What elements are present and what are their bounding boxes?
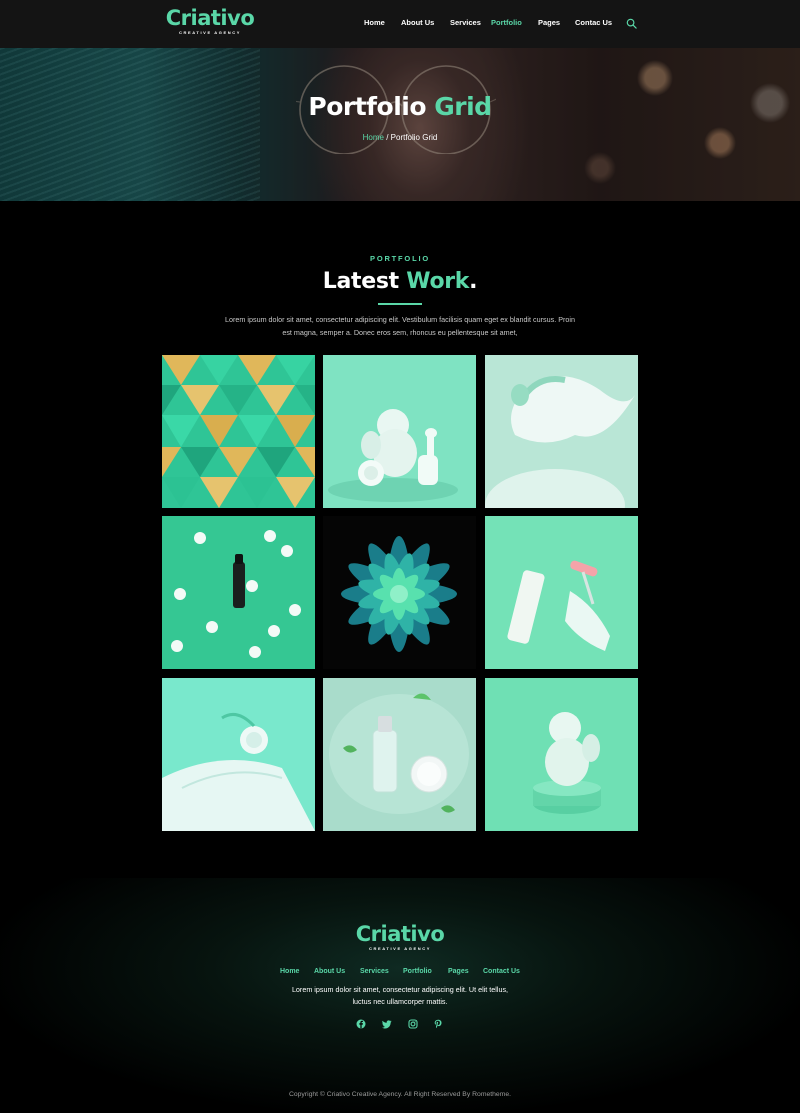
portfolio-image-paper-flower xyxy=(323,516,476,669)
breadcrumb-separator: / xyxy=(383,133,391,142)
brand-name: Criativo xyxy=(165,6,255,30)
footer-link-portfolio[interactable]: Portfolio xyxy=(403,968,432,975)
page-title-main: Portfolio xyxy=(308,92,427,121)
section-description: Lorem ipsum dolor sit amet, consectetur … xyxy=(225,315,575,337)
brand-logo[interactable]: Criativo CREATIVE AGENCY xyxy=(160,8,260,35)
site-header: Criativo CREATIVE AGENCY Home About Us S… xyxy=(0,0,800,48)
portfolio-image-dropper-bottle xyxy=(162,516,315,669)
footer-brand-tagline: CREATIVE AGENCY xyxy=(368,946,431,951)
pinterest-icon[interactable] xyxy=(433,1019,443,1029)
section-title-dot: . xyxy=(469,269,478,294)
breadcrumb-current: Portfolio Grid xyxy=(390,133,438,142)
section-title-main: Latest xyxy=(322,269,399,294)
nav-item-pages[interactable]: Pages xyxy=(538,18,560,27)
portfolio-image-headphones xyxy=(485,355,638,508)
twitter-icon[interactable] xyxy=(382,1019,392,1029)
portfolio-image-cherub-llama xyxy=(323,355,476,508)
footer-logo[interactable]: Criativo CREATIVE AGENCY xyxy=(350,924,450,951)
portfolio-image-folded-paper xyxy=(162,355,315,508)
footer-link-contact-us[interactable]: Contact Us xyxy=(483,968,520,975)
breadcrumb-home-link[interactable]: Home xyxy=(363,133,384,142)
portfolio-image-face-roller xyxy=(485,516,638,669)
section-eyebrow: PORTFOLIO xyxy=(370,254,430,263)
portfolio-item[interactable] xyxy=(323,678,476,831)
page-title-accent: Grid xyxy=(434,92,492,121)
footer-link-home[interactable]: Home xyxy=(280,968,299,975)
portfolio-item[interactable] xyxy=(162,678,315,831)
nav-item-home[interactable]: Home xyxy=(364,18,385,27)
instagram-icon[interactable] xyxy=(408,1019,418,1029)
portfolio-item[interactable] xyxy=(485,355,638,508)
page-hero: Portfolio Grid Home / Portfolio Grid xyxy=(0,48,800,201)
footer-link-about-us[interactable]: About Us xyxy=(314,968,345,975)
portfolio-image-cherub-pedestal xyxy=(485,678,638,831)
page-title: Portfolio Grid xyxy=(0,92,800,121)
nav-item-portfolio[interactable]: Portfolio xyxy=(491,18,522,27)
section-divider xyxy=(378,303,422,305)
hero-overlay xyxy=(0,48,800,201)
portfolio-item[interactable] xyxy=(162,355,315,508)
footer-description: Lorem ipsum dolor sit amet, consectetur … xyxy=(291,985,509,1006)
brand-tagline: CREATIVE AGENCY xyxy=(178,30,241,35)
portfolio-item[interactable] xyxy=(323,516,476,669)
breadcrumb: Home / Portfolio Grid xyxy=(0,133,800,142)
footer-link-services[interactable]: Services xyxy=(360,968,389,975)
copyright-text: Copyright © Criativo Creative Agency. Al… xyxy=(288,1091,512,1098)
portfolio-image-rose-fabric xyxy=(162,678,315,831)
nav-item-about-us[interactable]: About Us xyxy=(401,18,434,27)
site-footer: Criativo CREATIVE AGENCY Home About Us S… xyxy=(0,878,800,1113)
portfolio-grid xyxy=(162,355,638,831)
footer-brand-name: Criativo xyxy=(355,922,445,946)
section-title: Latest Work. xyxy=(0,269,800,294)
footer-link-pages[interactable]: Pages xyxy=(448,968,469,975)
nav-item-contact-us[interactable]: Contac Us xyxy=(575,18,612,27)
facebook-icon[interactable] xyxy=(356,1019,366,1029)
portfolio-item[interactable] xyxy=(323,355,476,508)
portfolio-item[interactable] xyxy=(485,678,638,831)
portfolio-image-serum-cream xyxy=(323,678,476,831)
section-title-accent: Work xyxy=(406,269,470,294)
nav-item-services[interactable]: Services xyxy=(450,18,481,27)
portfolio-item[interactable] xyxy=(485,516,638,669)
portfolio-item[interactable] xyxy=(162,516,315,669)
search-icon[interactable] xyxy=(626,18,637,29)
